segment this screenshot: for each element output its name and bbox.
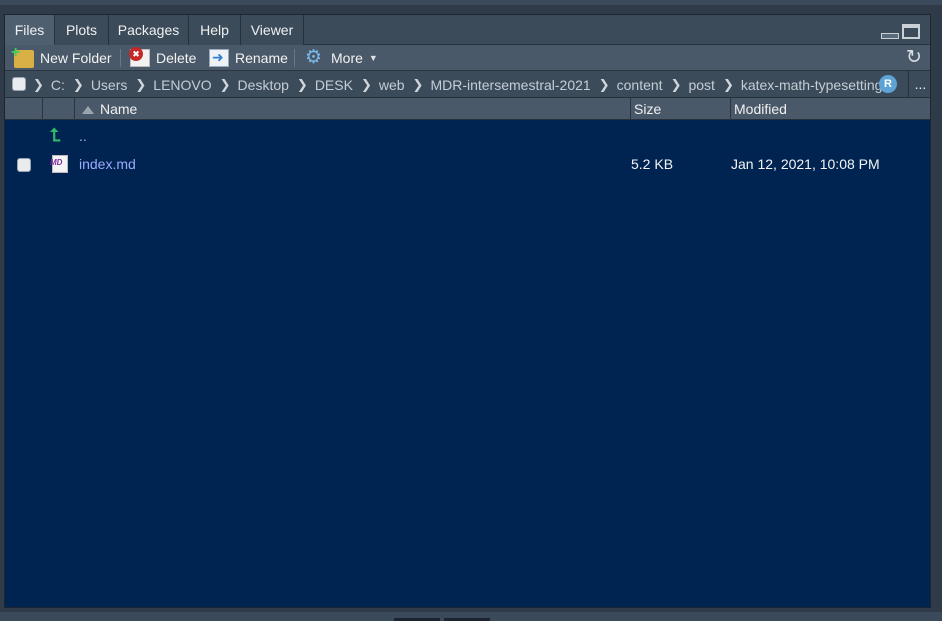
delete-button[interactable]: Delete: [129, 45, 197, 71]
breadcrumb-item[interactable]: web: [379, 77, 405, 93]
breadcrumb-item[interactable]: Users: [91, 77, 128, 93]
file-name-link[interactable]: ..: [79, 122, 87, 150]
sort-ascending-icon: [82, 106, 94, 114]
column-header-size[interactable]: Size: [631, 98, 731, 120]
breadcrumb-overflow-button[interactable]: ...: [908, 71, 932, 98]
chevron-right-icon: ❯: [296, 76, 308, 92]
tab-help[interactable]: Help: [189, 15, 241, 45]
delete-icon: [129, 47, 150, 67]
chevron-down-icon: ▼: [368, 53, 378, 63]
file-name-link[interactable]: index.md: [79, 150, 136, 178]
rename-icon: [209, 49, 229, 67]
toolbar-divider: [294, 49, 295, 67]
breadcrumb-item[interactable]: LENOVO: [153, 77, 211, 93]
new-folder-button[interactable]: New Folder: [11, 44, 112, 71]
tab-plots[interactable]: Plots: [55, 15, 109, 45]
tab-packages[interactable]: Packages: [109, 15, 189, 45]
chevron-right-icon: ❯: [598, 76, 610, 92]
column-name-label: Name: [100, 101, 138, 117]
file-list-header: Name Size Modified: [5, 98, 930, 120]
file-modified: Jan 12, 2021, 10:08 PM: [731, 156, 880, 172]
markdown-file-icon: MD: [50, 155, 68, 173]
maximize-pane-icon[interactable]: [902, 24, 920, 39]
chevron-right-icon: ❯: [72, 76, 84, 92]
chevron-right-icon: ❯: [722, 76, 734, 92]
chevron-right-icon: ❯: [412, 76, 424, 92]
breadcrumb-bar: ❯ C: ❯ Users ❯ LENOVO ❯ Desktop ❯ DESK ❯…: [5, 71, 930, 98]
more-button[interactable]: ⚙ More ▼: [305, 45, 378, 71]
minimize-pane-icon[interactable]: [880, 23, 899, 39]
new-folder-label: New Folder: [40, 50, 112, 66]
toolbar-divider: [120, 49, 121, 67]
chevron-right-icon: ❯: [135, 76, 147, 92]
tab-viewer[interactable]: Viewer: [241, 15, 304, 45]
more-label: More: [331, 50, 363, 66]
rename-button[interactable]: Rename: [209, 45, 288, 71]
gear-icon: ⚙: [305, 47, 323, 68]
select-all-checkbox[interactable]: [12, 77, 26, 91]
column-header-name[interactable]: Name: [75, 98, 631, 120]
chevron-right-icon: ❯: [670, 76, 682, 92]
new-folder-icon: [11, 44, 34, 68]
up-arrow-icon: ⮤: [50, 125, 61, 145]
files-toolbar: New Folder Delete Rename ⚙ More ▼ ↻: [5, 44, 930, 71]
header-checkbox-column: [5, 98, 43, 120]
column-header-modified[interactable]: Modified: [731, 98, 932, 120]
r-project-icon[interactable]: R: [879, 75, 897, 93]
chevron-right-icon: ❯: [219, 76, 231, 92]
chevron-right-icon: ❯: [360, 76, 372, 92]
file-size: 5.2 KB: [631, 156, 674, 172]
tab-bar: Files Plots Packages Help Viewer: [5, 15, 930, 45]
column-modified-label: Modified: [734, 101, 787, 117]
file-row-parent[interactable]: ⮤ ..: [5, 122, 930, 150]
breadcrumb-item[interactable]: C:: [51, 77, 65, 93]
header-icon-column: [43, 98, 75, 120]
file-row-checkbox[interactable]: [17, 158, 31, 172]
breadcrumb-item[interactable]: DESK: [315, 77, 353, 93]
delete-label: Delete: [156, 50, 197, 66]
column-size-label: Size: [634, 101, 662, 117]
rename-label: Rename: [235, 50, 288, 66]
breadcrumb: ❯ C: ❯ Users ❯ LENOVO ❯ Desktop ❯ DESK ❯…: [33, 71, 882, 98]
breadcrumb-item[interactable]: katex-math-typesetting: [741, 77, 883, 93]
breadcrumb-item[interactable]: MDR-intersemestral-2021: [430, 77, 590, 93]
file-row[interactable]: MD index.md 5.2 KB Jan 12, 2021, 10:08 P…: [5, 150, 930, 178]
refresh-icon[interactable]: ↻: [904, 48, 924, 68]
breadcrumb-item[interactable]: content: [617, 77, 663, 93]
tab-files[interactable]: Files: [5, 15, 55, 45]
top-strip: [0, 0, 942, 5]
breadcrumb-item[interactable]: Desktop: [238, 77, 289, 93]
chevron-right-icon: ❯: [33, 76, 44, 92]
files-pane: Files Plots Packages Help Viewer New Fol…: [4, 14, 931, 608]
breadcrumb-item[interactable]: post: [688, 77, 714, 93]
